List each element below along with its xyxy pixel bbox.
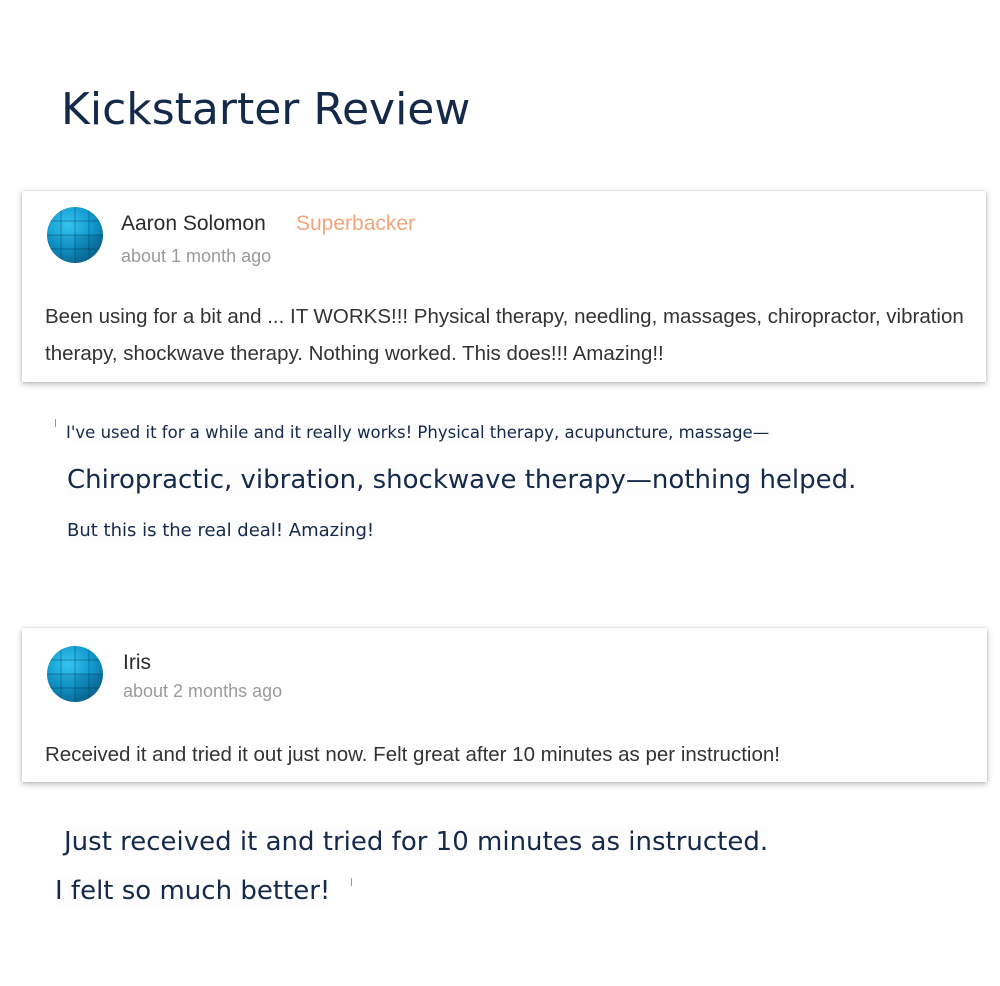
review-text: Been using for a bit and ... IT WORKS!!!… xyxy=(45,305,964,365)
review-timestamp: about 1 month ago xyxy=(121,246,272,266)
quote-tick-mark xyxy=(351,878,352,886)
superbacker-badge: Superbacker xyxy=(296,212,416,235)
translation-line: I felt so much better! xyxy=(55,876,331,906)
review-card: Aaron Solomon Superbacker about 1 month … xyxy=(22,191,986,382)
translation-line: I've used it for a while and it really w… xyxy=(66,423,770,442)
review-timestamp: about 2 months ago xyxy=(123,681,283,701)
avatar-icon[interactable] xyxy=(47,646,103,702)
translation-line: Chiropractic, vibration, shockwave thera… xyxy=(67,465,857,495)
page-title: Kickstarter Review xyxy=(61,84,471,135)
review-card: Iris about 2 months ago Received it and … xyxy=(22,628,987,782)
avatar-icon[interactable] xyxy=(47,207,103,263)
quote-tick-mark xyxy=(55,419,56,427)
reviewer-name[interactable]: Iris xyxy=(123,651,151,675)
reviewer-name[interactable]: Aaron Solomon xyxy=(121,212,266,236)
translation-line: Just received it and tried for 10 minute… xyxy=(64,827,769,857)
translation-line: But this is the real deal! Amazing! xyxy=(67,520,375,541)
review-text: Received it and tried it out just now. F… xyxy=(45,743,780,766)
